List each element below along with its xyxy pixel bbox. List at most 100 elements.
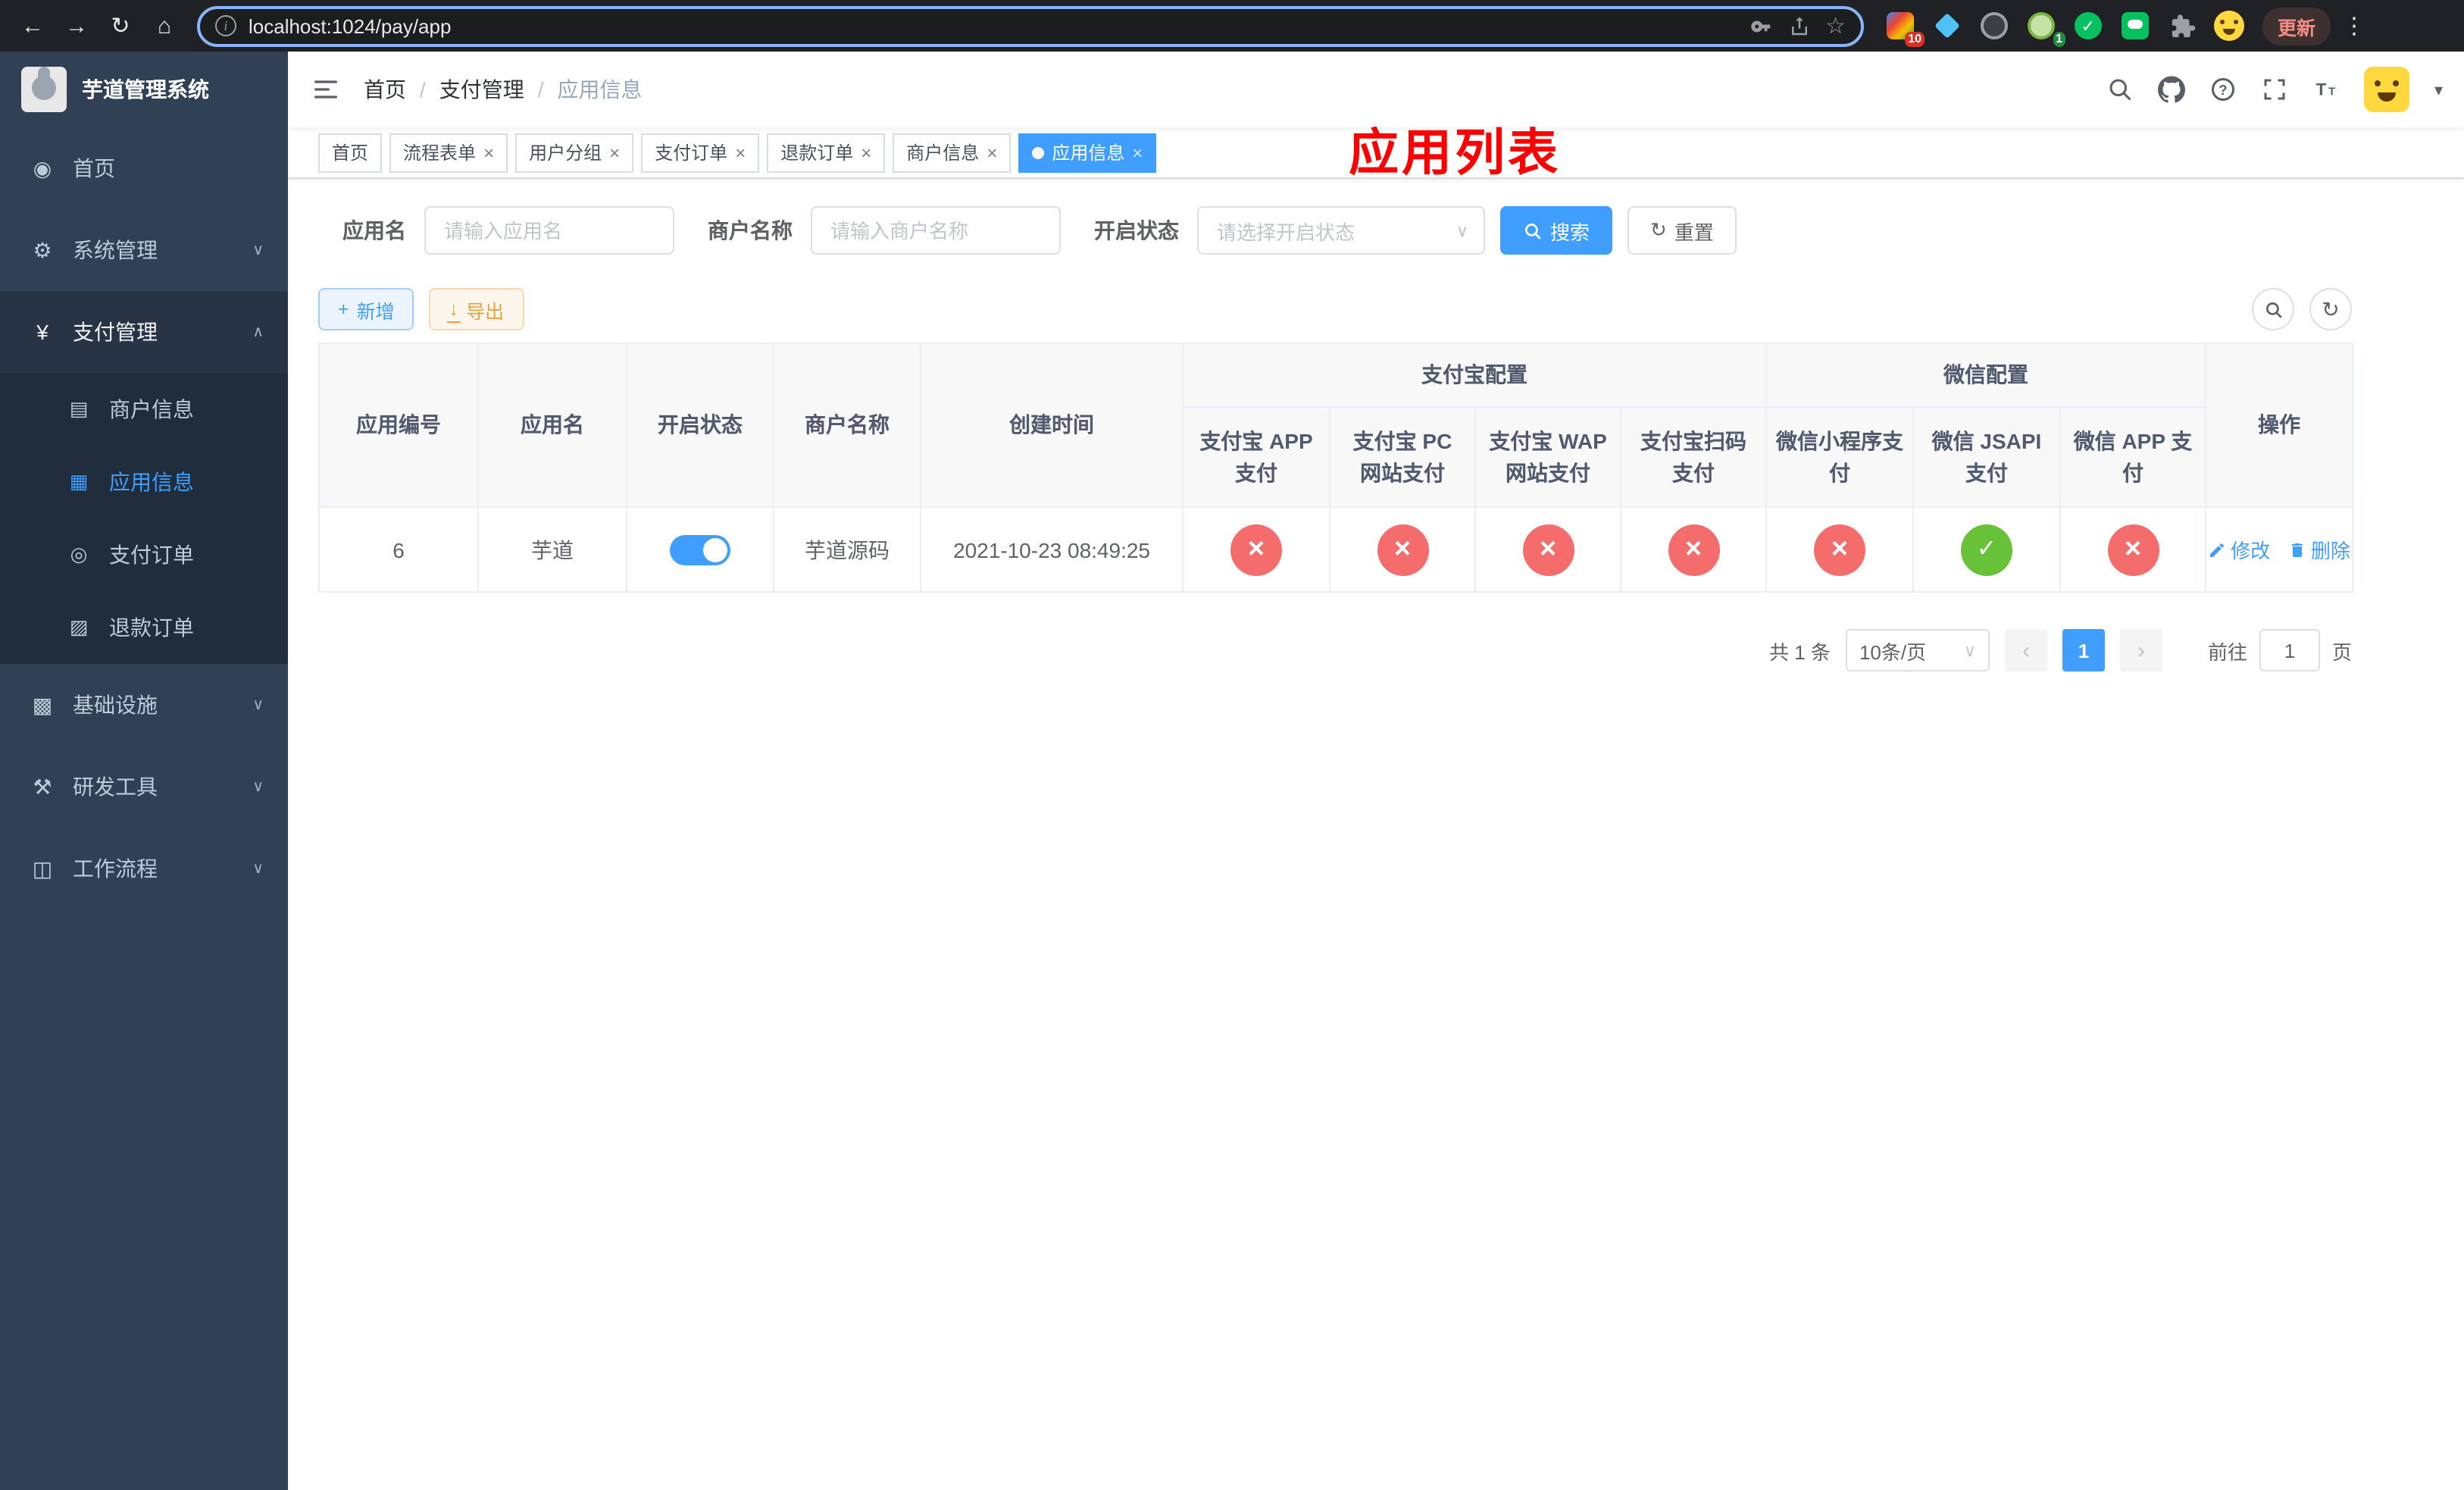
prev-page-button[interactable]: ‹ — [2004, 629, 2047, 671]
breadcrumb-payment[interactable]: 支付管理 — [439, 74, 524, 105]
extensions-puzzle-icon[interactable] — [2164, 8, 2200, 44]
tab-close-icon[interactable]: × — [735, 143, 746, 161]
tab-close-icon[interactable]: × — [861, 143, 871, 161]
main-area: 应用列表 首页 / 支付管理 / 应用信息 ? TT ▾ 首页 流程表单 × 用… — [288, 52, 2464, 1490]
extension-dark-icon[interactable] — [1976, 8, 2012, 44]
tab-process-form[interactable]: 流程表单 × — [389, 133, 508, 172]
tab-user-group[interactable]: 用户分组 × — [515, 133, 634, 172]
breadcrumb-home[interactable]: 首页 — [364, 74, 406, 105]
sidebar-item-workflow[interactable]: ◫ 工作流程 ∨ — [0, 828, 288, 909]
page-1-button[interactable]: 1 — [2062, 629, 2105, 671]
browser-menu-icon[interactable]: ⋮ — [2334, 12, 2375, 39]
tab-close-icon[interactable]: × — [1132, 143, 1143, 161]
col-merchant-name: 商户名称 — [773, 343, 921, 508]
tab-pay-order[interactable]: 支付订单 × — [641, 133, 760, 172]
sidebar-item-app-info[interactable]: ▦ 应用信息 — [0, 446, 288, 518]
help-icon[interactable]: ? — [2210, 76, 2237, 103]
extension-grid-icon[interactable]: 10 — [1882, 8, 1925, 47]
hamburger-icon[interactable] — [288, 74, 364, 105]
flow-icon: ◫ — [32, 856, 53, 880]
github-icon[interactable] — [2158, 76, 2186, 103]
browser-back-button[interactable]: ← — [12, 5, 53, 46]
filter-form: 应用名 商户名称 开启状态 请选择开启状态 ∨ 搜索 — [318, 206, 2352, 255]
tool-icon: ⚒ — [33, 774, 52, 798]
col-alipay-qr: 支付宝扫码支付 — [1620, 406, 1767, 508]
refresh-table-button[interactable]: ↻ — [2309, 288, 2352, 330]
breadcrumb-separator: / — [537, 77, 544, 102]
extension-drop-icon[interactable] — [1929, 8, 1965, 44]
sidebar-item-dev-tools[interactable]: ⚒ 研发工具 ∨ — [0, 746, 288, 828]
delete-link[interactable]: 删除 — [2288, 535, 2350, 564]
goto-page-input[interactable] — [2259, 629, 2320, 671]
col-wechat-jsapi: 微信 JSAPI 支付 — [1912, 406, 2061, 508]
browser-address-bar[interactable]: i localhost:1024/pay/app ☆ — [197, 5, 1864, 46]
page-size-select[interactable]: 10条/页 ∨ — [1845, 629, 1990, 671]
status-toggle[interactable] — [670, 534, 730, 565]
sidebar-item-refund-order[interactable]: ▨ 退款订单 — [0, 591, 288, 664]
reset-button[interactable]: ↻ 重置 — [1628, 206, 1737, 255]
goto-suffix: 页 — [2331, 640, 2352, 663]
browser-update-button[interactable]: 更新 — [2262, 7, 2331, 45]
tab-close-icon[interactable]: × — [987, 143, 997, 161]
add-button[interactable]: + 新增 — [318, 288, 414, 330]
extension-avatar-icon[interactable]: 1 — [2023, 8, 2065, 47]
screen: ← → ↻ ⌂ i localhost:1024/pay/app ☆ 10 1 … — [0, 0, 2464, 1490]
extension-green-square-icon[interactable] — [2117, 8, 2153, 44]
fullscreen-icon[interactable] — [2262, 76, 2289, 103]
group-wechat-config: 微信配置 — [1765, 343, 2206, 408]
sidebar-item-label: 商户信息 — [109, 397, 194, 421]
tab-refund-order[interactable]: 退款订单 × — [767, 133, 886, 172]
table-toolbar: + 新增 ↓ 导出 ↻ — [318, 288, 2352, 330]
sidebar-item-system[interactable]: ⚙ 系统管理 ∨ — [0, 209, 288, 291]
add-button-label: 新增 — [356, 301, 395, 322]
site-info-icon[interactable]: i — [215, 15, 236, 36]
tab-close-icon[interactable]: × — [483, 143, 494, 161]
merchant-name-label: 商户名称 — [708, 218, 793, 243]
status-select[interactable]: 请选择开启状态 ∨ — [1197, 206, 1485, 255]
profile-avatar-icon[interactable] — [2211, 8, 2247, 44]
font-size-icon[interactable]: TT — [2313, 76, 2340, 103]
app-table: 应用编号 应用名 开启状态 商户名称 创建时间 支付宝配置 微信配置 操作 支付… — [318, 343, 2353, 593]
browser-home-button[interactable]: ⌂ — [144, 5, 185, 46]
sidebar-item-home[interactable]: ◉ 首页 — [0, 127, 288, 209]
col-wechat-mini: 微信小程序支付 — [1765, 406, 1914, 508]
bookmark-star-icon[interactable]: ☆ — [1825, 14, 1846, 37]
search-icon — [1524, 222, 1541, 239]
search-button[interactable]: 搜索 — [1500, 206, 1613, 255]
sidebar-item-label: 研发工具 — [73, 775, 158, 799]
next-page-button[interactable]: › — [2119, 629, 2162, 671]
order-icon: ◎ — [70, 543, 88, 565]
sidebar-item-pay-order[interactable]: ◎ 支付订单 — [0, 518, 288, 591]
password-key-icon[interactable] — [1750, 14, 1772, 37]
app-name-input[interactable] — [424, 206, 674, 255]
sidebar-item-label: 系统管理 — [73, 238, 158, 262]
share-icon[interactable] — [1787, 14, 1810, 37]
extension-wechat-devtools-icon[interactable]: ✓ — [2070, 8, 2106, 44]
user-avatar[interactable] — [2364, 67, 2410, 112]
sidebar-item-infrastructure[interactable]: ▩ 基础设施 ∨ — [0, 664, 288, 746]
browser-forward-button[interactable]: → — [56, 5, 97, 46]
tab-app-info[interactable]: 应用信息 × — [1018, 133, 1157, 172]
refresh-icon: ↻ — [1650, 218, 1667, 241]
merchant-name-input[interactable] — [811, 206, 1061, 255]
tab-label: 支付订单 — [655, 142, 728, 164]
browser-reload-button[interactable]: ↻ — [100, 5, 141, 46]
sidebar-item-merchant-info[interactable]: ▤ 商户信息 — [0, 373, 288, 446]
chevron-down-icon: ∨ — [252, 778, 264, 795]
tab-home[interactable]: 首页 — [318, 133, 383, 172]
export-button[interactable]: ↓ 导出 — [429, 288, 524, 330]
search-icon[interactable] — [2107, 76, 2134, 103]
tab-label: 应用信息 — [1052, 142, 1125, 164]
status-label: 开启状态 — [1094, 218, 1179, 243]
app-name-label: 应用名 — [342, 218, 406, 243]
sidebar-item-payment[interactable]: ¥ 支付管理 ∧ — [0, 291, 288, 373]
col-actions: 操作 — [2205, 343, 2353, 508]
sidebar-item-label: 支付管理 — [73, 320, 158, 344]
tab-close-icon[interactable]: × — [609, 143, 620, 161]
avatar-caret-icon[interactable]: ▾ — [2434, 80, 2443, 99]
toggle-search-button[interactable] — [2252, 288, 2294, 330]
navbar-actions: ? TT ▾ — [2107, 67, 2464, 112]
tab-merchant-info[interactable]: 商户信息 × — [893, 133, 1012, 172]
tab-label: 首页 — [332, 142, 369, 164]
edit-link[interactable]: 修改 — [2208, 535, 2270, 564]
